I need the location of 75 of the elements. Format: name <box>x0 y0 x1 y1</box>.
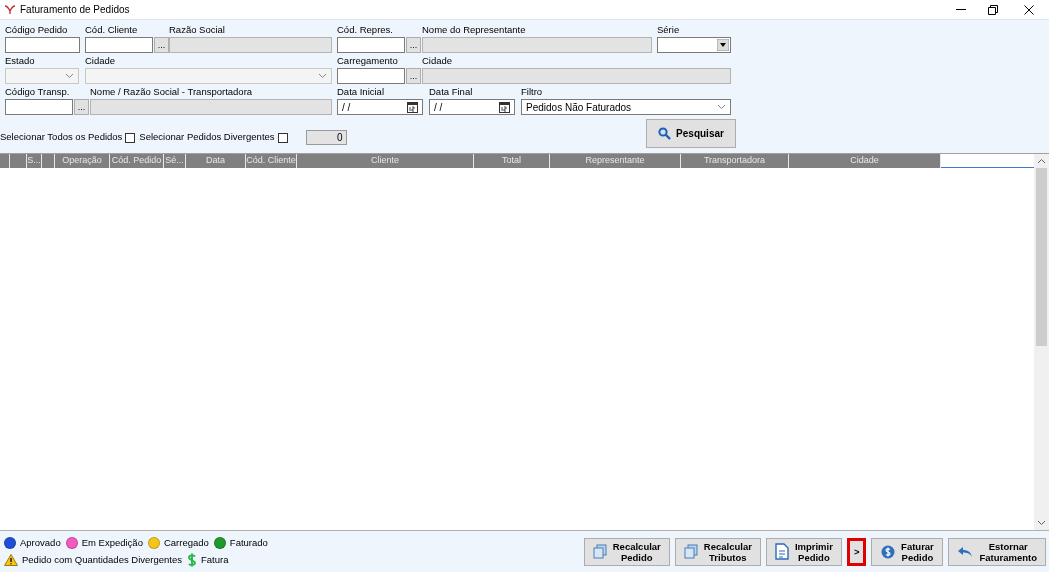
checkbox-label: Selecionar Todos os Pedidos <box>0 130 123 145</box>
legend-label: Pedido com Quantidades Divergentes <box>22 552 182 567</box>
date-value: / / <box>342 100 351 115</box>
action-button[interactable]: Recalcular Tributos <box>674 537 761 566</box>
field-label: Código Transp. <box>5 86 71 99</box>
minimize-icon <box>956 9 966 10</box>
action-button[interactable]: Imprimir Pedido <box>765 537 842 566</box>
checkbox-label: Selecionar Pedidos Divergentes <box>139 130 275 145</box>
column-header[interactable] <box>42 154 55 168</box>
documents-icon <box>592 544 607 559</box>
dropdown-arrow-icon <box>717 39 729 51</box>
more-button[interactable]: > <box>846 537 867 566</box>
dollar-icon <box>187 552 197 567</box>
input-field[interactable] <box>337 68 405 84</box>
dollar-coin-icon <box>881 544 896 559</box>
field-label: Data Inicial <box>337 86 385 99</box>
field-label: Cidade <box>422 55 454 68</box>
scroll-thumb[interactable] <box>1036 168 1047 346</box>
search-button[interactable]: Pesquisar <box>646 119 736 148</box>
input-field[interactable] <box>5 37 80 53</box>
documents-icon <box>683 544 698 559</box>
field-label: Código Pedido <box>5 24 69 37</box>
field-label: Série <box>657 24 681 37</box>
column-header[interactable] <box>0 154 10 168</box>
restore-icon <box>988 4 998 15</box>
field-label: Cidade <box>85 55 117 68</box>
select-field[interactable] <box>5 68 79 84</box>
checkbox[interactable] <box>125 132 136 143</box>
checkbox[interactable] <box>277 132 288 143</box>
field-label: Data Final <box>429 86 474 99</box>
filter-value: Pedidos Não Faturados <box>526 100 632 115</box>
date-field[interactable]: / / <box>429 99 515 115</box>
field-label: Cód. Repres. <box>337 24 394 37</box>
input-field[interactable] <box>85 37 153 53</box>
window-title: Faturamento de Pedidos <box>20 3 130 17</box>
lookup-button[interactable]: ... <box>154 37 169 53</box>
input-field[interactable] <box>5 99 73 115</box>
field-label: Razão Social <box>169 24 226 37</box>
search-icon <box>658 127 672 140</box>
legend-label: Carregado <box>163 536 209 551</box>
date-value: / / <box>434 100 443 115</box>
field-label: Carregamento <box>337 55 399 68</box>
field-label: Cód. Cliente <box>85 24 139 37</box>
chevron-down-icon <box>318 73 327 79</box>
calendar-icon <box>407 101 418 113</box>
warning-icon <box>4 553 18 566</box>
vertical-scrollbar[interactable] <box>1034 154 1049 530</box>
document-icon <box>774 543 789 560</box>
input-field[interactable] <box>337 37 405 53</box>
lookup-button[interactable]: ... <box>74 99 89 115</box>
lookup-button[interactable]: ... <box>406 68 421 84</box>
legend-label: Fatura <box>201 552 229 567</box>
legend-label: Faturado <box>229 536 268 551</box>
legend-label: Em Expedição <box>81 536 143 551</box>
filter-dropdown[interactable]: Pedidos Não Faturados <box>521 99 731 115</box>
count-field: 0 <box>305 130 347 145</box>
select-field[interactable] <box>85 68 332 84</box>
action-button[interactable]: Faturar Pedido <box>871 537 944 566</box>
select-field[interactable] <box>657 37 731 53</box>
legend-label: Aprovado <box>20 536 61 551</box>
app-logo-icon <box>4 4 16 15</box>
field-label: Estado <box>5 55 36 68</box>
lookup-button[interactable]: ... <box>406 37 421 53</box>
action-button[interactable]: Recalcular Pedido <box>583 537 670 566</box>
action-button[interactable]: Estornar Faturamento <box>948 537 1046 566</box>
date-field[interactable]: / / <box>337 99 423 115</box>
undo-arrow-icon <box>957 545 974 558</box>
chevron-down-icon <box>717 104 726 110</box>
field-label: Filtro <box>521 86 544 99</box>
calendar-icon <box>499 101 510 113</box>
close-icon <box>1024 4 1034 15</box>
field-label: Nome / Razão Social - Transportadora <box>90 86 254 99</box>
field-label: Nome do Representante <box>422 24 527 37</box>
chevron-down-icon <box>65 73 74 79</box>
column-header[interactable] <box>10 154 27 168</box>
